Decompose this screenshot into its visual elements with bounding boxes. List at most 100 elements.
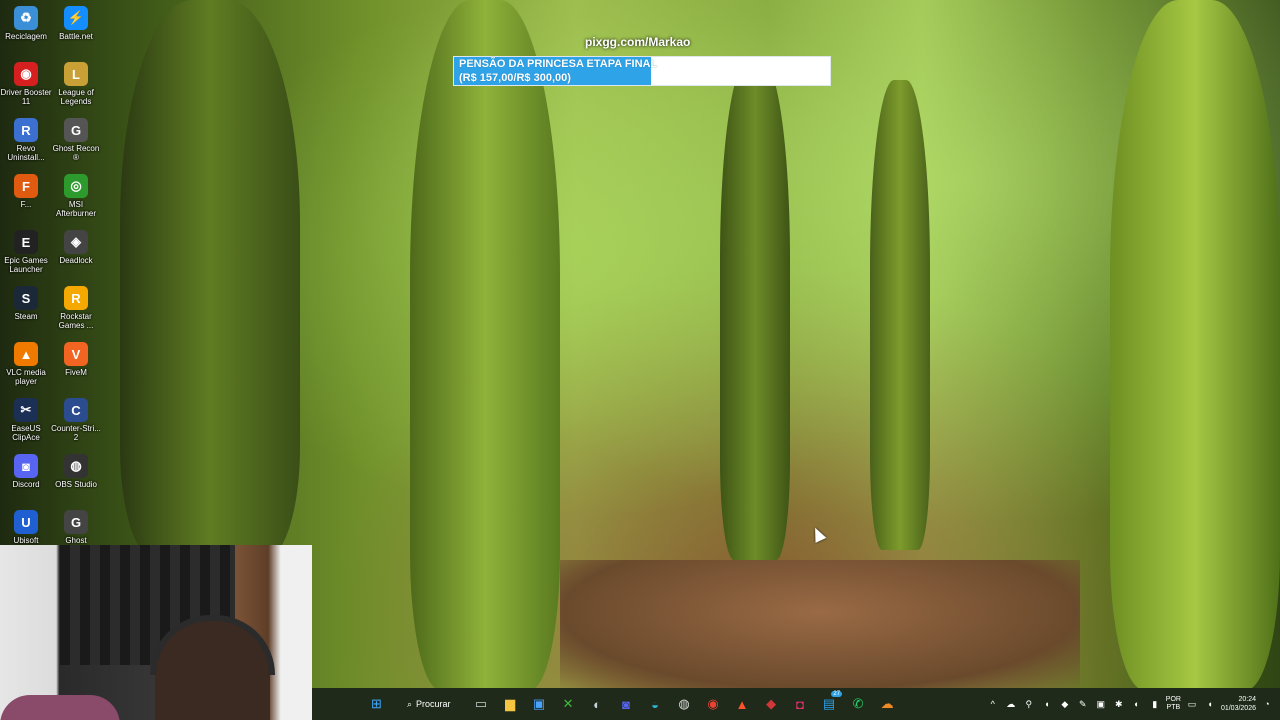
desktop-icon[interactable]: S Steam [0, 282, 52, 336]
mic-icon[interactable]: ▮ [1148, 699, 1162, 710]
tray-overflow-chevron-icon[interactable]: ^ [986, 699, 1000, 709]
desktop-icon-label: Reciclagem [5, 32, 47, 41]
discord-icon: ◙ [622, 696, 630, 712]
desktop-icon[interactable]: ◍ OBS Studio [50, 450, 102, 504]
network-icon[interactable]: ▭ [1185, 699, 1199, 710]
clock[interactable]: 20:24 01/03/2026 [1221, 695, 1256, 713]
desktop-icon[interactable]: ◉ Driver Booster 11 [0, 58, 52, 112]
clock-date: 01/03/2026 [1220, 705, 1256, 712]
desktop-icon-label: Discord [12, 480, 40, 489]
obs-studio-icon: ◍ [64, 454, 88, 478]
desktop-icon-label: Deadlock [59, 256, 93, 265]
webcam-blanket [0, 695, 120, 720]
epic-games-icon: E [14, 230, 38, 254]
edge-button[interactable]: ◒ [641, 690, 669, 718]
speaker-icon[interactable]: ◖ [1203, 699, 1217, 709]
keyboard-layout: PTB [1166, 704, 1181, 711]
wallpaper-tree [1110, 0, 1280, 690]
orange-app-icon: F [14, 174, 38, 198]
desktop-icon-label: VLC media player [6, 368, 46, 386]
discord-button[interactable]: ◙ [612, 690, 640, 718]
bluetooth-icon[interactable]: ✱ [1112, 699, 1126, 710]
notifications-icon[interactable]: ◔ [1260, 699, 1274, 709]
vlc-icon: ▲ [14, 342, 38, 366]
desktop-icon[interactable]: R Revo Uninstall... [0, 114, 52, 168]
taskbar-apps: ⊞ ⌕ Procurar ▭ ▆ ▣ ✕ ◐ ◙ ◒ ◍ ◉ ▲ ◆ ◘ ▤ 27 ✆ ☁ [362, 690, 902, 718]
system-tray: ^ ☁ ⚲ ◖ ◆ ✎ ▣ ✱ ◐ ▮ POR PTB ▭ ◖ 20:24 01… [986, 688, 1274, 720]
desktop-icon-label: Ubisoft [13, 536, 39, 545]
steam-icon: ◐ [593, 696, 601, 712]
search-button[interactable]: ⌕ Procurar [397, 692, 461, 716]
obs-icon: ◍ [678, 696, 690, 711]
taskbar: ⊞ ⌕ Procurar ▭ ▆ ▣ ✕ ◐ ◙ ◒ ◍ ◉ ▲ ◆ ◘ ▤ 27 ✆ ☁ ^ ☁ ⚲ ◖ ◆ ✎ … [312, 688, 1280, 720]
desktop-icon[interactable]: ▲ VLC media player [0, 338, 52, 392]
obs-button[interactable]: ◍ [670, 690, 698, 718]
desktop-icon-label: Epic Games Launcher [4, 256, 48, 274]
volume-icon[interactable]: ◖ [1040, 699, 1054, 709]
revo-uninstaller-icon: R [14, 118, 38, 142]
driver-booster-icon: ◉ [14, 62, 38, 86]
messages-button[interactable]: ▤ 27 [815, 690, 843, 718]
clock-time: 20:24 [1238, 696, 1256, 703]
desktop-icon-label: Ghost Recon ® [52, 144, 100, 162]
file-explorer-button[interactable]: ▆ [496, 690, 524, 718]
store-button[interactable]: ▣ [525, 690, 553, 718]
rockstar-icon: R [64, 286, 88, 310]
whatsapp-icon: ✆ [852, 696, 864, 711]
desktop-icon[interactable]: ✂ EaseUS ClipAce [0, 394, 52, 448]
app-tray-icon[interactable]: ◆ [1058, 699, 1072, 710]
task-view-button[interactable]: ▭ [467, 690, 495, 718]
language-indicator[interactable]: POR PTB [1166, 696, 1181, 712]
nvidia-icon[interactable]: ▣ [1094, 699, 1108, 710]
riot-button[interactable]: ◆ [757, 690, 785, 718]
desktop-icon[interactable]: C Counter-Stri... 2 [50, 394, 102, 448]
desktop-icon-label: Battle.net [59, 32, 93, 41]
desktop-icon[interactable]: F F... [0, 170, 52, 224]
xbox-button[interactable]: ✕ [554, 690, 582, 718]
recycle-bin-icon: ♻ [14, 6, 38, 30]
desktop-icon[interactable]: ◎ MSI Afterburner [50, 170, 102, 224]
brave-button[interactable]: ▲ [728, 690, 756, 718]
desktop-icon-label: League of Legends [58, 88, 94, 106]
desktop-icon[interactable]: R Rockstar Games ... [50, 282, 102, 336]
desktop-icon[interactable]: ⚡ Battle.net [50, 2, 102, 56]
desktop-icon-label: FiveM [65, 368, 87, 377]
chrome-button[interactable]: ◉ [699, 690, 727, 718]
steam-button[interactable]: ◐ [583, 690, 611, 718]
desktop-icon[interactable]: E Epic Games Launcher [0, 226, 52, 280]
desktop-icon[interactable]: ◈ Deadlock [50, 226, 102, 280]
instagram-button[interactable]: ◘ [786, 690, 814, 718]
start-button[interactable]: ⊞ [363, 690, 391, 718]
chrome-icon: ◉ [707, 696, 719, 711]
desktop-icon[interactable]: G Ghost Recon ® [50, 114, 102, 168]
cloud-app-button[interactable]: ☁ [873, 690, 901, 718]
desktop-icon-label: Revo Uninstall... [7, 144, 45, 162]
desktop-icon-label: Driver Booster 11 [0, 88, 52, 106]
cloud-icon[interactable]: ☁ [1004, 699, 1018, 710]
usb-icon[interactable]: ⚲ [1022, 699, 1036, 710]
desktop-icon[interactable]: V FiveM [50, 338, 102, 392]
brave-icon: ▲ [735, 696, 749, 712]
pen-icon[interactable]: ✎ [1076, 699, 1090, 710]
steam-tray-icon[interactable]: ◐ [1130, 699, 1144, 709]
desktop-icon-label: Counter-Stri... 2 [51, 424, 101, 442]
whatsapp-button[interactable]: ✆ [844, 690, 872, 718]
xbox-icon: ✕ [562, 696, 574, 711]
goal-title: PENSÃO DA PRINCESA ETAPA FINAL [459, 58, 658, 70]
edge-icon: ◒ [651, 696, 659, 712]
desktop-icon[interactable]: L League of Legends [50, 58, 102, 112]
desktop-icon-label: MSI Afterburner [55, 200, 97, 218]
msi-afterburner-icon: ◎ [64, 174, 88, 198]
desktop-icon[interactable]: ◙ Discord [0, 450, 52, 504]
notification-badge: 27 [831, 691, 843, 697]
goal-text: PENSÃO DA PRINCESA ETAPA FINAL (R$ 157,0… [459, 57, 657, 85]
cloud-app-icon: ☁ [880, 696, 894, 711]
desktop-icon[interactable]: ♻ Reciclagem [0, 2, 52, 56]
ghost-icon: G [64, 510, 88, 534]
wallpaper-tree [410, 0, 560, 690]
mouse-cursor-icon [809, 525, 827, 543]
ghost-recon-icon: G [64, 118, 88, 142]
riot-icon: ◆ [766, 696, 777, 711]
webcam-feed [0, 545, 312, 720]
goal-amount: (R$ 157,00/R$ 300,00) [459, 72, 571, 84]
